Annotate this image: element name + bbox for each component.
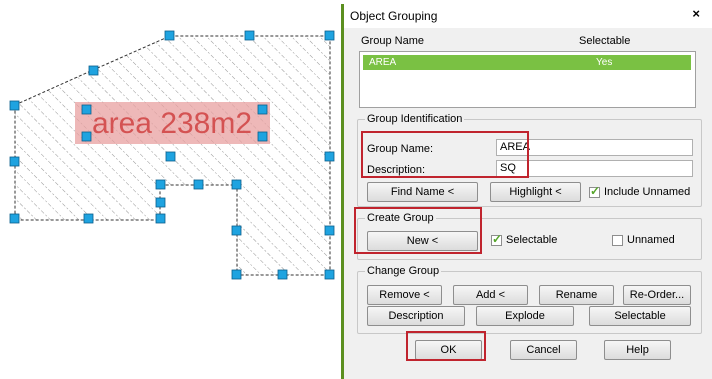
rename-button[interactable]: Rename bbox=[539, 285, 614, 305]
ok-button[interactable]: OK bbox=[415, 340, 482, 360]
grip-point[interactable] bbox=[81, 131, 92, 142]
grip-point[interactable] bbox=[257, 131, 268, 142]
remove-button[interactable]: Remove < bbox=[367, 285, 442, 305]
grip-point[interactable] bbox=[155, 197, 166, 208]
unnamed-check-icon bbox=[612, 234, 623, 246]
group-identification-heading: Group Identification bbox=[365, 113, 465, 125]
include-unnamed-check-icon bbox=[589, 184, 600, 198]
grip-point[interactable] bbox=[324, 151, 335, 162]
group-name-label: Group Name: bbox=[367, 143, 434, 155]
dialog-title: Object Grouping bbox=[350, 9, 438, 23]
grip-point[interactable] bbox=[324, 269, 335, 280]
create-selectable-check-icon bbox=[491, 232, 502, 246]
grip-point[interactable] bbox=[155, 213, 166, 224]
grip-point[interactable] bbox=[244, 30, 255, 41]
object-grouping-dialog: Object Grouping × Group Name Selectable … bbox=[341, 4, 712, 379]
grip-point[interactable] bbox=[88, 65, 99, 76]
grip-point[interactable] bbox=[193, 179, 204, 190]
dialog-titlebar[interactable]: Object Grouping × bbox=[344, 4, 712, 28]
grip-point[interactable] bbox=[324, 30, 335, 41]
grip-point[interactable] bbox=[277, 269, 288, 280]
grip-point[interactable] bbox=[81, 104, 92, 115]
explode-button[interactable]: Explode bbox=[476, 306, 574, 326]
cancel-button[interactable]: Cancel bbox=[510, 340, 577, 360]
find-name-button[interactable]: Find Name < bbox=[367, 182, 478, 202]
grip-point[interactable] bbox=[9, 100, 20, 111]
grip-point[interactable] bbox=[257, 104, 268, 115]
unnamed-label: Unnamed bbox=[627, 234, 675, 246]
column-header-group-name[interactable]: Group Name bbox=[361, 35, 424, 47]
highlight-button[interactable]: Highlight < bbox=[490, 182, 581, 202]
create-selectable-checkbox[interactable]: Selectable bbox=[491, 232, 558, 246]
help-button[interactable]: Help bbox=[604, 340, 671, 360]
grip-point[interactable] bbox=[155, 179, 166, 190]
grip-point[interactable] bbox=[324, 225, 335, 236]
grip-point[interactable] bbox=[164, 30, 175, 41]
cad-drawing-canvas[interactable]: area 238m2 bbox=[0, 0, 340, 379]
list-item[interactable]: AREA Yes bbox=[363, 55, 691, 70]
change-group-heading: Change Group bbox=[365, 265, 442, 277]
include-unnamed-checkbox[interactable]: Include Unnamed bbox=[589, 184, 691, 198]
selectable-button[interactable]: Selectable bbox=[589, 306, 691, 326]
list-item-selectable: Yes bbox=[596, 57, 613, 68]
include-unnamed-label: Include Unnamed bbox=[604, 186, 691, 198]
reorder-button[interactable]: Re-Order... bbox=[623, 285, 691, 305]
group-list[interactable]: AREA Yes bbox=[359, 51, 696, 108]
grip-point[interactable] bbox=[231, 225, 242, 236]
grip-point[interactable] bbox=[231, 179, 242, 190]
grip-point[interactable] bbox=[9, 156, 20, 167]
description-field[interactable]: SQ bbox=[496, 160, 693, 177]
column-header-selectable[interactable]: Selectable bbox=[579, 35, 630, 47]
close-icon[interactable]: × bbox=[692, 6, 700, 21]
create-group-heading: Create Group bbox=[365, 212, 436, 224]
description-button[interactable]: Description bbox=[367, 306, 465, 326]
list-item-name: AREA bbox=[369, 57, 397, 68]
unnamed-checkbox[interactable]: Unnamed bbox=[612, 234, 675, 246]
area-label-text: area 238m2 bbox=[92, 107, 252, 140]
create-selectable-label: Selectable bbox=[506, 234, 558, 246]
grip-point[interactable] bbox=[165, 151, 176, 162]
add-button[interactable]: Add < bbox=[453, 285, 528, 305]
grip-point[interactable] bbox=[83, 213, 94, 224]
grip-point[interactable] bbox=[231, 269, 242, 280]
group-name-field[interactable]: AREA bbox=[496, 139, 693, 156]
new-group-button[interactable]: New < bbox=[367, 231, 478, 251]
grip-point[interactable] bbox=[9, 213, 20, 224]
description-label: Description: bbox=[367, 164, 426, 176]
